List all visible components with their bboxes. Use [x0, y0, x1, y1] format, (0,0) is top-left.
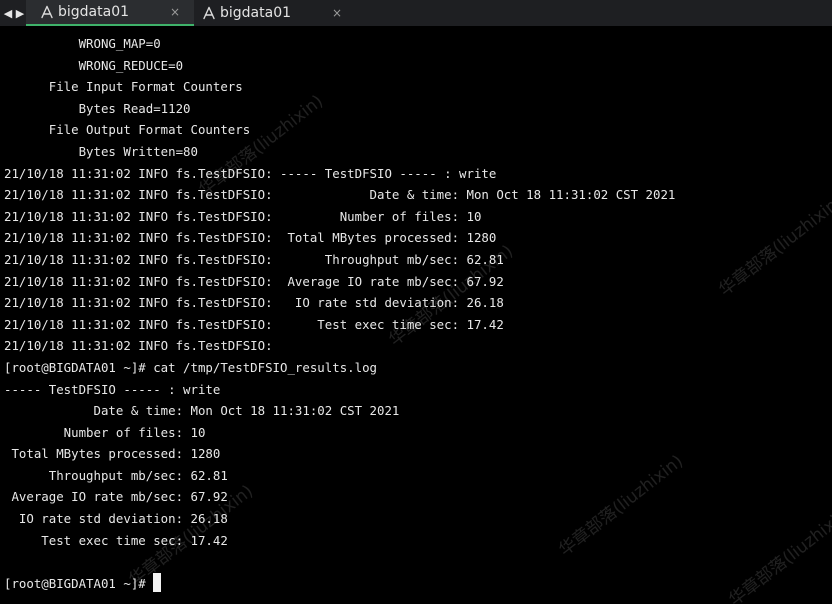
tab-label: bigdata01 [220, 5, 292, 21]
terminal-line: WRONG_MAP=0 [4, 36, 161, 51]
terminal-line: 21/10/18 11:31:02 INFO fs.TestDFSIO: Tot… [4, 230, 497, 246]
tab-label: bigdata01 [58, 4, 130, 20]
terminal-line: WRONG_REDUCE=0 [4, 57, 184, 73]
tab-bigdata01[interactable]: bigdata01 × [196, 0, 356, 26]
tab-bigdata01-active[interactable]: bigdata01 × [26, 0, 194, 26]
terminal-line: Total MBytes processed: 1280 [4, 446, 221, 462]
terminal-line: 21/10/18 11:31:02 INFO fs.TestDFSIO: Ave… [4, 273, 504, 289]
session-icon [41, 5, 53, 19]
tab-bar: ◀ ▶ bigdata01 × bigdata01 × [0, 0, 832, 26]
session-icon [203, 6, 215, 20]
terminal-line: File Input Format Counters [4, 79, 251, 95]
terminal-line: 21/10/18 11:31:02 INFO fs.TestDFSIO: Num… [4, 208, 482, 224]
terminal-line: 21/10/18 11:31:02 INFO fs.TestDFSIO: ---… [4, 165, 497, 181]
terminal-line: 21/10/18 11:31:02 INFO fs.TestDFSIO: Dat… [4, 187, 676, 203]
tab-close-icon[interactable]: × [330, 6, 344, 20]
tab-scroll-left-icon[interactable]: ◀ [3, 4, 13, 22]
terminal-line: [root@BIGDATA01 ~]# [4, 572, 675, 595]
terminal-line: Throughput mb/sec: 62.81 [4, 467, 228, 483]
terminal-line: Date & time: Mon Oct 18 11:31:02 CST 202… [4, 403, 400, 419]
terminal-output[interactable]: WRONG_MAP=0 WRONG_REDUCE=0 File Input Fo… [0, 28, 832, 604]
terminal-line: [root@BIGDATA01 ~]# cat /tmp/TestDFSIO_r… [4, 359, 377, 375]
terminal-line: Bytes Read=1120 [4, 100, 191, 116]
terminal-cursor [153, 572, 162, 592]
watermark: 华章部落(liuzhixin) [715, 191, 832, 301]
terminal-line: File Output Format Counters [4, 122, 258, 138]
tab-scroll-right-icon[interactable]: ▶ [15, 4, 25, 22]
terminal-line: 21/10/18 11:31:02 INFO fs.TestDFSIO: Thr… [4, 251, 504, 267]
terminal-line: Bytes Written=80 [4, 143, 198, 159]
terminal-line: 21/10/18 11:31:02 INFO fs.TestDFSIO: [4, 338, 281, 354]
tab-navigation: ◀ ▶ [3, 0, 25, 26]
terminal-line: Test exec time sec: 17.42 [4, 532, 228, 548]
terminal-line: 21/10/18 11:31:02 INFO fs.TestDFSIO: Tes… [4, 316, 504, 332]
terminal-line: IO rate std deviation: 26.18 [4, 511, 228, 527]
terminal-lines: WRONG_MAP=0 WRONG_REDUCE=0 File Input Fo… [4, 33, 675, 594]
terminal-line: 21/10/18 11:31:02 INFO fs.TestDFSIO: IO … [4, 295, 504, 311]
tab-close-icon[interactable]: × [168, 5, 182, 19]
watermark: 华章部落(liuzhixin) [725, 501, 832, 604]
terminal-line: ----- TestDFSIO ----- : write [4, 381, 221, 397]
terminal-app-window: ◀ ▶ bigdata01 × bigdata01 × WRONG_MAP=0 … [0, 0, 832, 604]
terminal-line: Number of files: 10 [4, 424, 206, 440]
terminal-line: Average IO rate mb/sec: 67.92 [4, 489, 228, 505]
